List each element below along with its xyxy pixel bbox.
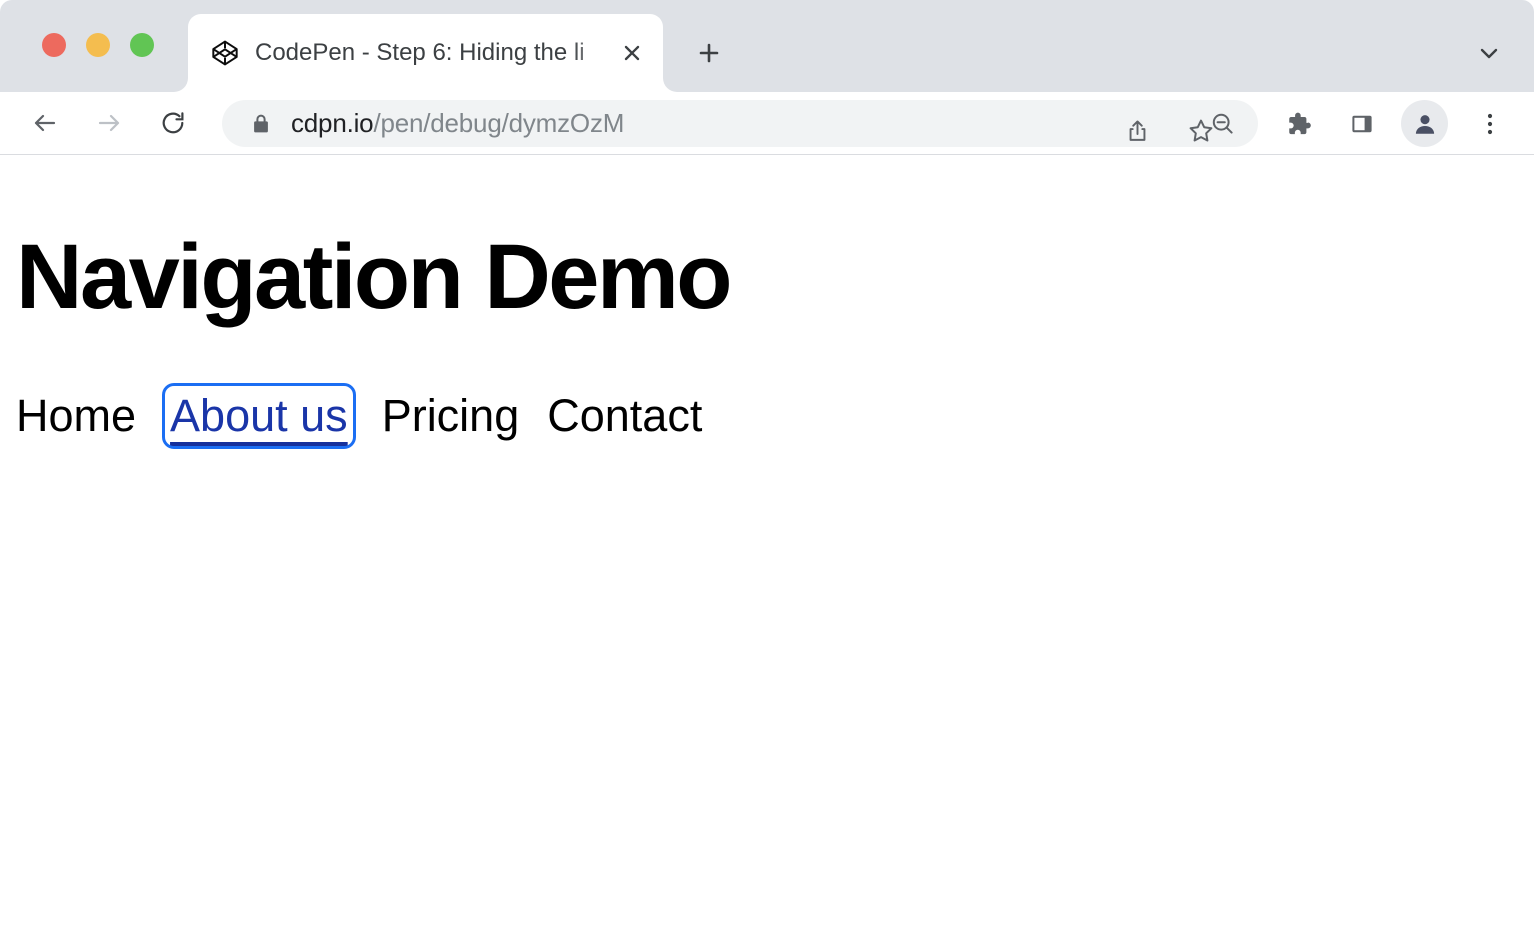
browser-window: CodePen - Step 6: Hiding the li <box>0 0 1534 950</box>
window-close-button[interactable] <box>42 33 66 57</box>
browser-tab-codepen[interactable]: CodePen - Step 6: Hiding the li <box>188 14 663 92</box>
window-minimize-button[interactable] <box>86 33 110 57</box>
person-avatar-icon <box>1412 111 1438 137</box>
three-dot-menu-icon <box>1477 111 1503 137</box>
puzzle-icon <box>1284 110 1312 138</box>
codepen-logo-icon <box>210 38 240 68</box>
site-navigation: Home About us Pricing Contact <box>16 391 702 441</box>
share-icon[interactable] <box>1116 110 1158 152</box>
nav-link-home[interactable]: Home <box>16 391 136 441</box>
arrow-left-icon <box>31 109 59 137</box>
nav-link-pricing[interactable]: Pricing <box>382 391 520 441</box>
chevron-down-icon <box>1478 42 1500 64</box>
url-domain: cdpn.io <box>291 108 373 138</box>
url-path: /pen/debug/dymzOzM <box>373 108 624 138</box>
star-icon[interactable] <box>1180 110 1222 152</box>
nav-link-contact[interactable]: Contact <box>547 391 702 441</box>
window-controls <box>42 33 154 57</box>
chrome-menu-button[interactable] <box>1466 100 1513 147</box>
reload-icon <box>159 109 187 137</box>
tab-title: CodePen - Step 6: Hiding the li <box>255 36 611 70</box>
new-tab-button[interactable] <box>686 30 732 76</box>
arrow-right-icon <box>95 109 123 137</box>
plus-icon <box>698 42 720 64</box>
tab-strip: CodePen - Step 6: Hiding the li <box>0 0 1534 92</box>
side-panel-button[interactable] <box>1338 100 1385 147</box>
side-panel-icon <box>1348 110 1376 138</box>
lock-icon[interactable] <box>248 111 274 137</box>
page-content: Navigation Demo Home About us Pricing Co… <box>0 156 1534 950</box>
forward-button <box>84 98 134 148</box>
back-button[interactable] <box>20 98 70 148</box>
close-icon[interactable] <box>617 38 647 68</box>
reload-button[interactable] <box>148 98 198 148</box>
nav-link-about-us[interactable]: About us <box>170 391 348 441</box>
profile-button[interactable] <box>1401 100 1448 147</box>
page-title: Navigation Demo <box>16 231 730 323</box>
window-maximize-button[interactable] <box>130 33 154 57</box>
browser-toolbar: cdpn.io/pen/debug/dymzOzM <box>0 92 1534 155</box>
extensions-button[interactable] <box>1274 100 1321 147</box>
url-text: cdpn.io/pen/debug/dymzOzM <box>291 108 1202 139</box>
address-bar[interactable]: cdpn.io/pen/debug/dymzOzM <box>222 100 1258 147</box>
tab-search-button[interactable] <box>1466 30 1512 76</box>
